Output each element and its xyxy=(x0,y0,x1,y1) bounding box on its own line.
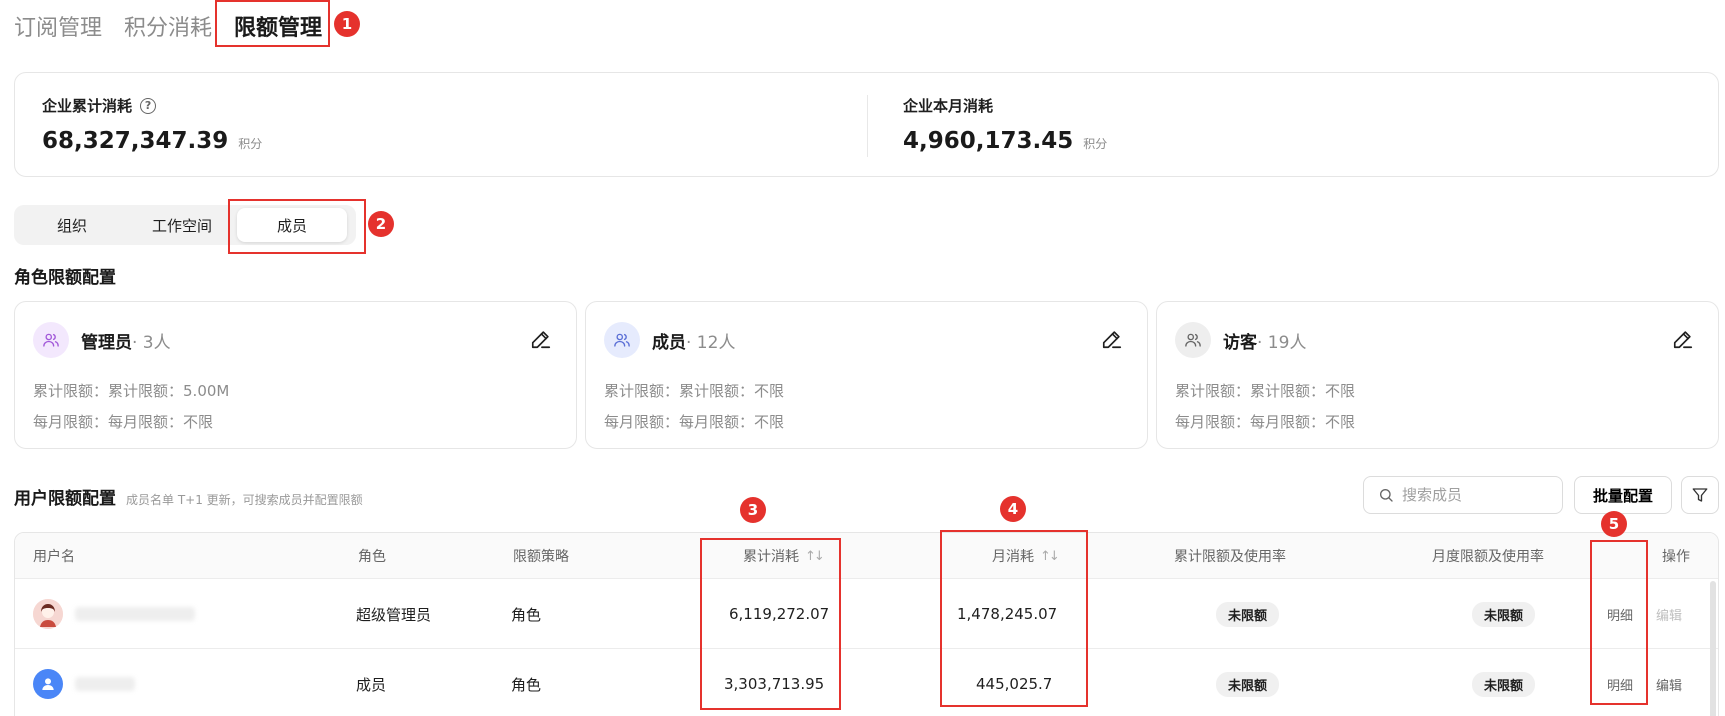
role-name: 管理员· 3人 xyxy=(81,333,171,353)
user-quota-table: 用户名 角色 限额策略 累计消耗 ↑↓ 月消耗 ↑↓ 累计限额及使用率 月度限额及使… xyxy=(14,532,1719,716)
role-total-limit: 累计限额：累计限额：不限 xyxy=(604,382,785,400)
total-limit-badge: 未限额 xyxy=(1216,601,1280,627)
annotation-badge-2: 2 xyxy=(368,211,394,237)
role-monthly-limit: 每月限额：每月限额：不限 xyxy=(1175,413,1356,431)
stat-divider xyxy=(867,95,868,157)
total-consumption-label: 企业累计消耗 xyxy=(42,97,133,115)
header-total-limit-usage: 累计限额及使用率 xyxy=(1174,549,1286,565)
header-role: 角色 xyxy=(358,549,386,565)
policy-cell: 角色 xyxy=(511,605,542,624)
role-section-title: 角色限额配置 xyxy=(14,268,116,288)
role-monthly-limit: 每月限额：每月限额：不限 xyxy=(33,413,214,431)
segment-workspace[interactable]: 工作空间 xyxy=(127,208,237,242)
table-row: 成员 角色 3,303,713.95 445,025.7 未限额 未限额 明细 … xyxy=(15,649,1718,716)
user-avatar-icon xyxy=(33,669,63,699)
monthly-consumption-stat: 企业本月消耗 4,960,173.45 积分 xyxy=(903,95,1107,154)
header-policy: 限额策略 xyxy=(513,549,569,565)
annotation-badge-4: 4 xyxy=(1000,496,1026,522)
header-username: 用户名 xyxy=(33,549,75,565)
highlight-box-2 xyxy=(228,199,366,254)
highlight-box-3 xyxy=(700,538,841,710)
role-cell: 超级管理员 xyxy=(356,605,432,624)
role-cell: 成员 xyxy=(356,675,387,694)
monthly-consumption-unit: 积分 xyxy=(1083,137,1108,151)
member-search-box[interactable] xyxy=(1363,476,1563,514)
role-name: 访客· 19人 xyxy=(1223,333,1307,353)
users-icon xyxy=(1175,322,1211,358)
highlight-box-1 xyxy=(215,0,330,47)
table-row: 超级管理员 角色 6,119,272.07 1,478,245.07 未限额 未… xyxy=(15,579,1718,649)
role-card-admin: 管理员· 3人 累计限额：累计限额：5.00M 每月限额：每月限额：不限 xyxy=(14,301,577,449)
table-header: 用户名 角色 限额策略 累计消耗 ↑↓ 月消耗 ↑↓ 累计限额及使用率 月度限额及使… xyxy=(15,533,1718,579)
role-monthly-limit: 每月限额：每月限额：不限 xyxy=(604,413,785,431)
search-icon xyxy=(1380,489,1393,502)
header-monthly-limit-usage: 月度限额及使用率 xyxy=(1432,549,1544,565)
users-icon xyxy=(604,322,640,358)
username-cell xyxy=(33,579,195,649)
table-scrollbar[interactable] xyxy=(1710,581,1716,716)
annotation-badge-1: 1 xyxy=(334,11,360,37)
edit-link[interactable]: 编辑 xyxy=(1656,605,1682,624)
tab-subscription[interactable]: 订阅管理 xyxy=(14,10,102,42)
user-section-title: 用户限额配置 xyxy=(14,489,116,509)
total-consumption-stat: 企业累计消耗 ? 68,327,347.39 积分 xyxy=(42,95,262,154)
filter-icon xyxy=(1692,488,1708,502)
segment-organization[interactable]: 组织 xyxy=(17,208,127,242)
monthly-limit-badge: 未限额 xyxy=(1472,671,1536,697)
tab-points-consumption[interactable]: 积分消耗 xyxy=(124,10,212,42)
role-count: · 12人 xyxy=(686,333,736,353)
user-section-header: 用户限额配置 成员名单 T+1 更新，可搜索成员并配置限额 xyxy=(14,484,363,509)
role-name: 成员· 12人 xyxy=(652,333,736,353)
edit-icon[interactable] xyxy=(1101,328,1125,352)
role-count: · 3人 xyxy=(132,333,171,353)
username-redacted xyxy=(75,677,135,691)
monthly-limit-badge: 未限额 xyxy=(1472,601,1536,627)
avatar xyxy=(33,599,63,629)
header-actions: 操作 xyxy=(1662,549,1690,565)
highlight-box-4 xyxy=(940,530,1088,707)
role-card-member: 成员· 12人 累计限额：累计限额：不限 每月限额：每月限额：不限 xyxy=(585,301,1148,449)
role-card-guest: 访客· 19人 累计限额：累计限额：不限 每月限额：每月限额：不限 xyxy=(1156,301,1719,449)
users-icon xyxy=(33,322,69,358)
monthly-consumption-value: 4,960,173.45 xyxy=(903,128,1074,154)
edit-icon[interactable] xyxy=(1672,328,1696,352)
edit-icon[interactable] xyxy=(530,328,554,352)
consumption-summary-card: 企业累计消耗 ? 68,327,347.39 积分 企业本月消耗 4,960,1… xyxy=(14,72,1719,177)
help-icon[interactable]: ? xyxy=(140,97,157,114)
filter-button[interactable] xyxy=(1681,476,1719,514)
total-consumption-unit: 积分 xyxy=(238,137,263,151)
username-redacted xyxy=(75,607,195,621)
monthly-consumption-label: 企业本月消耗 xyxy=(903,97,994,115)
policy-cell: 角色 xyxy=(511,675,542,694)
annotation-badge-5: 5 xyxy=(1601,511,1627,537)
role-total-limit: 累计限额：累计限额：不限 xyxy=(1175,382,1356,400)
batch-config-button[interactable]: 批量配置 xyxy=(1574,476,1672,514)
role-total-limit: 累计限额：累计限额：5.00M xyxy=(33,382,230,400)
username-cell xyxy=(33,649,135,716)
annotation-badge-3: 3 xyxy=(740,497,766,523)
member-search-input[interactable] xyxy=(1402,486,1552,504)
user-section-subtitle: 成员名单 T+1 更新，可搜索成员并配置限额 xyxy=(126,493,363,507)
highlight-box-5 xyxy=(1590,540,1648,705)
total-limit-badge: 未限额 xyxy=(1216,671,1280,697)
total-consumption-value: 68,327,347.39 xyxy=(42,128,229,154)
edit-link[interactable]: 编辑 xyxy=(1656,675,1682,694)
role-count: · 19人 xyxy=(1257,333,1307,353)
